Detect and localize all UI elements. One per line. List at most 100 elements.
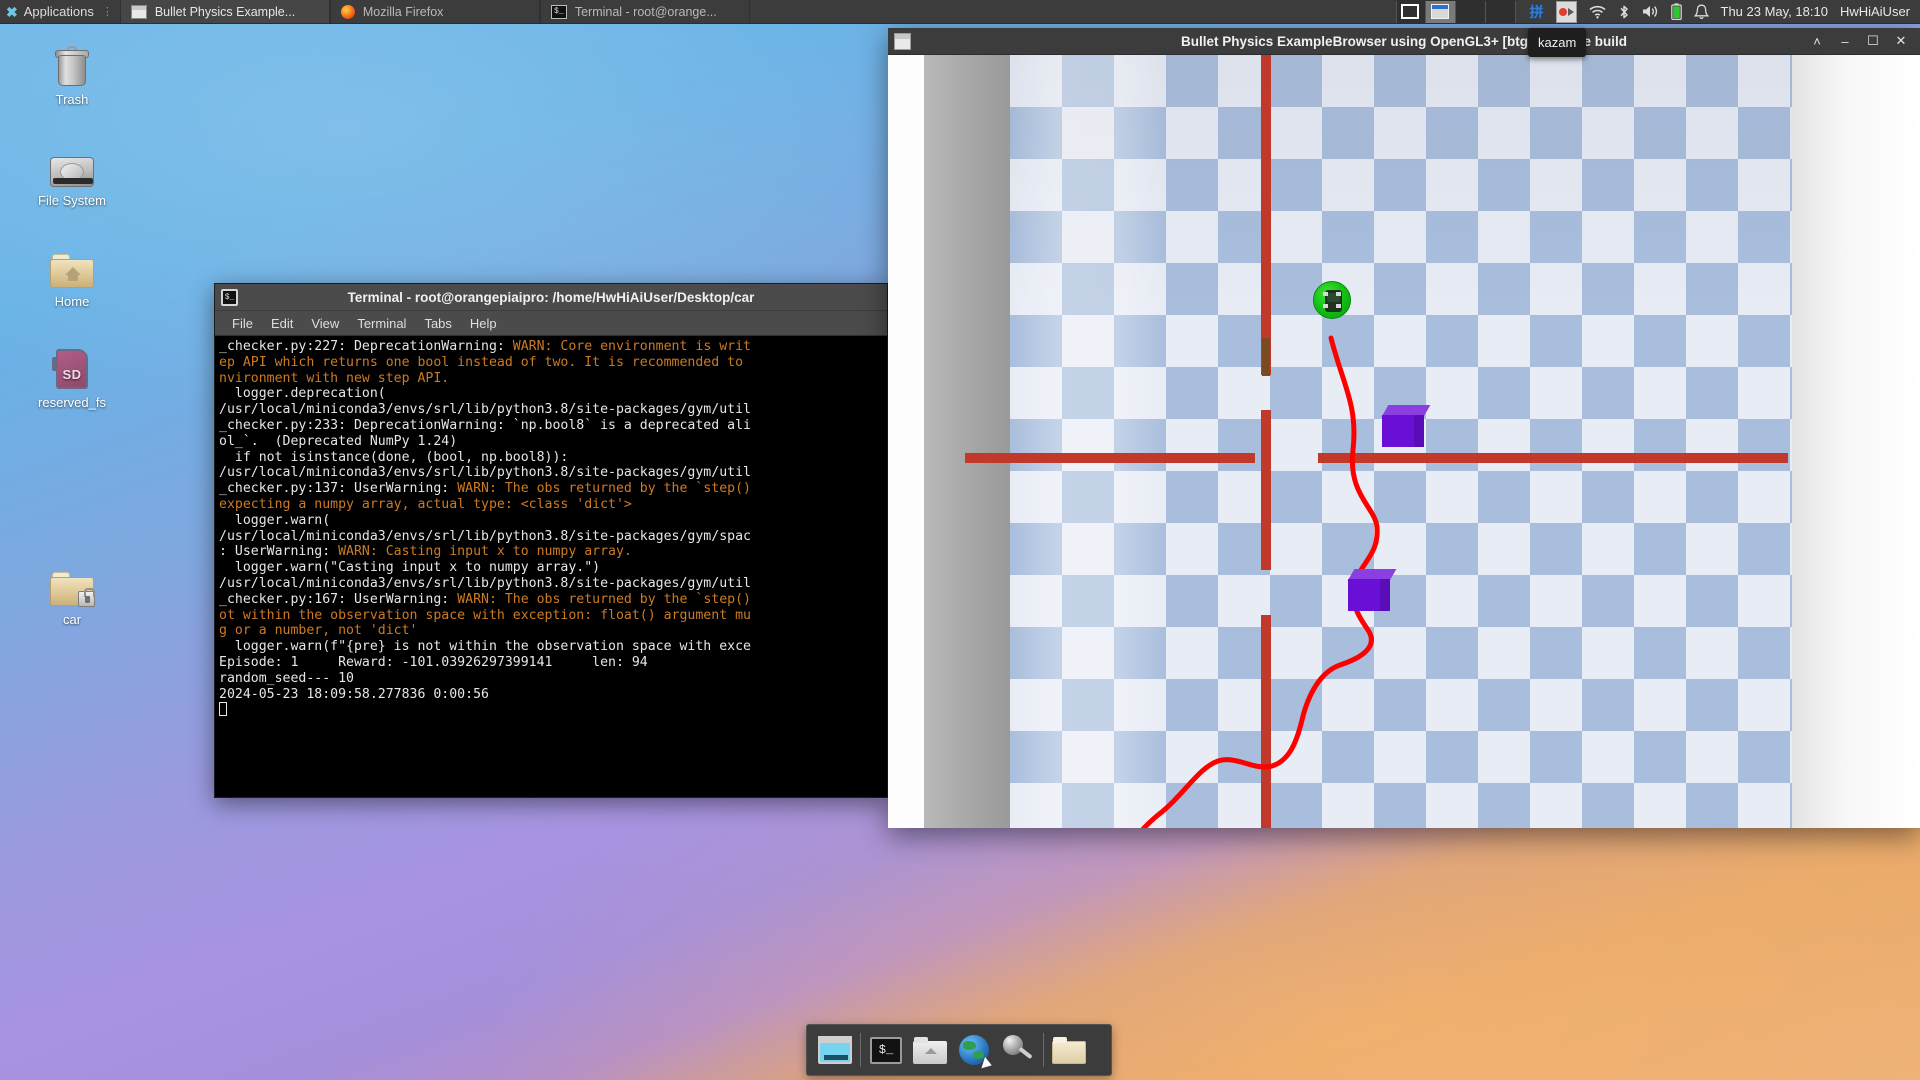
terminal-line: _checker.py:233: DeprecationWarning: `np… bbox=[219, 418, 887, 434]
firefox-icon bbox=[341, 5, 355, 19]
terminal-line: logger.deprecation( bbox=[219, 386, 887, 402]
desktop-icon-reserved-fs[interactable]: SD reserved_fs bbox=[14, 339, 130, 410]
show-desktop-icon bbox=[818, 1036, 852, 1064]
wifi-icon[interactable] bbox=[1589, 1, 1606, 23]
car-wheel bbox=[1336, 304, 1341, 308]
battery-icon[interactable] bbox=[1671, 1, 1682, 23]
menu-help[interactable]: Help bbox=[461, 314, 506, 333]
terminal-line: if not isinstance(done, (bool, np.bool8)… bbox=[219, 450, 887, 466]
desktop-icon-trash[interactable]: Trash bbox=[14, 36, 130, 107]
terminal-line: logger.warn(f"{pre} is not within the ob… bbox=[219, 639, 887, 655]
screen-recorder-icon[interactable] bbox=[1556, 1, 1577, 23]
simulation-viewport[interactable] bbox=[888, 55, 1920, 828]
panel-spacer bbox=[750, 0, 1396, 23]
input-method-icon[interactable]: 拼 bbox=[1530, 1, 1544, 23]
dock-item-search[interactable] bbox=[996, 1028, 1040, 1072]
workspace-2[interactable] bbox=[1426, 1, 1456, 23]
terminal-titlebar[interactable]: $_ Terminal - root@orangepiaipro: /home/… bbox=[215, 284, 887, 311]
xfce-logo-icon: ✖ bbox=[6, 5, 18, 19]
search-icon bbox=[1002, 1035, 1034, 1065]
taskbar-item-label: Mozilla Firefox bbox=[363, 5, 444, 19]
cursor-overlay-icon bbox=[981, 1057, 993, 1071]
terminal-line: expecting a numpy array, actual type: <c… bbox=[219, 497, 887, 513]
terminal-title: Terminal - root@orangepiaipro: /home/HwH… bbox=[215, 290, 887, 305]
menu-edit[interactable]: Edit bbox=[262, 314, 302, 333]
terminal-line: _checker.py:137: UserWarning: WARN: The … bbox=[219, 481, 887, 497]
window-controls[interactable]: ˄ – ☐ ✕ bbox=[1810, 33, 1920, 49]
username-label[interactable]: HwHiAiUser bbox=[1840, 4, 1910, 19]
car-wheel bbox=[1323, 292, 1328, 296]
menu-tabs[interactable]: Tabs bbox=[415, 314, 460, 333]
wall-vertical-bottom bbox=[1261, 615, 1271, 828]
dock-item-folder[interactable] bbox=[1047, 1028, 1091, 1072]
terminal-line: random_seed--- 10 bbox=[219, 671, 887, 687]
bluetooth-icon[interactable] bbox=[1618, 1, 1630, 23]
wall-horizontal-left bbox=[965, 453, 1255, 463]
bullet-window-title: Bullet Physics ExampleBrowser using Open… bbox=[888, 34, 1920, 49]
wall-vertical-top bbox=[1261, 55, 1271, 375]
terminal-line: logger.warn( bbox=[219, 513, 887, 529]
terminal-cursor bbox=[219, 702, 887, 719]
dock[interactable]: $_ bbox=[806, 1024, 1112, 1076]
bullet-physics-window[interactable]: Bullet Physics ExampleBrowser using Open… bbox=[888, 28, 1920, 828]
taskbar-item-terminal[interactable]: $_ Terminal - root@orange... bbox=[540, 0, 750, 23]
terminal-line: nvironment with new step API. bbox=[219, 371, 887, 387]
top-panel[interactable]: ✖ Applications ⋮ Bullet Physics Example.… bbox=[0, 0, 1920, 24]
applications-menu-button[interactable]: ✖ Applications ⋮ bbox=[0, 0, 120, 23]
dock-item-show-desktop[interactable] bbox=[813, 1028, 857, 1072]
terminal-window[interactable]: $_ Terminal - root@orangepiaipro: /home/… bbox=[214, 283, 888, 798]
taskbar-item-label: Terminal - root@orange... bbox=[575, 5, 717, 19]
desktop-icon-file-system[interactable]: File System bbox=[14, 137, 130, 208]
clock[interactable]: Thu 23 May, 18:10 bbox=[1721, 4, 1828, 19]
obstacle-cube-lower bbox=[1348, 569, 1390, 611]
volume-icon[interactable] bbox=[1642, 1, 1659, 23]
desktop-icon-home[interactable]: Home bbox=[14, 238, 130, 309]
menu-file[interactable]: File bbox=[223, 314, 262, 333]
terminal-line: /usr/local/miniconda3/envs/srl/lib/pytho… bbox=[219, 402, 887, 418]
drag-handle-icon[interactable]: ⋮ bbox=[100, 5, 112, 18]
wall-post-upper bbox=[1262, 338, 1270, 376]
menu-terminal[interactable]: Terminal bbox=[348, 314, 415, 333]
car-wheel bbox=[1323, 304, 1328, 308]
workspace-switcher[interactable] bbox=[1396, 0, 1516, 23]
wall-horizontal-far-right bbox=[1388, 453, 1788, 463]
terminal-line: : UserWarning: WARN: Casting input x to … bbox=[219, 544, 887, 560]
viewport-right-strip bbox=[1792, 55, 1920, 828]
terminal-menubar[interactable]: File Edit View Terminal Tabs Help bbox=[215, 311, 887, 336]
desktop-icon-list: Trash File System Home SD reserved_fs ca… bbox=[14, 36, 144, 657]
workspace-3[interactable] bbox=[1456, 1, 1486, 23]
desktop-icon-car[interactable]: car bbox=[14, 556, 130, 627]
window-tasklist[interactable]: Bullet Physics Example... Mozilla Firefo… bbox=[120, 0, 750, 23]
menu-view[interactable]: View bbox=[302, 314, 348, 333]
terminal-output[interactable]: _checker.py:227: DeprecationWarning: WAR… bbox=[215, 336, 887, 797]
agent-car bbox=[1313, 281, 1351, 319]
workspace-1[interactable] bbox=[1396, 1, 1426, 23]
wall-vertical-mid bbox=[1261, 410, 1271, 570]
terminal-line: /usr/local/miniconda3/envs/srl/lib/pytho… bbox=[219, 529, 887, 545]
dock-item-web-browser[interactable] bbox=[952, 1028, 996, 1072]
terminal-line: ep API which returns one bool instead of… bbox=[219, 355, 887, 371]
minimize-button[interactable]: – bbox=[1838, 34, 1852, 49]
close-button[interactable]: ✕ bbox=[1894, 33, 1908, 49]
terminal-line: ot within the observation space with exc… bbox=[219, 608, 887, 624]
workspace-4[interactable] bbox=[1486, 1, 1516, 23]
bell-icon[interactable] bbox=[1694, 1, 1709, 23]
file-manager-icon bbox=[913, 1037, 947, 1064]
home-folder-icon bbox=[14, 238, 130, 288]
sdcard-icon: SD bbox=[14, 339, 130, 389]
dock-item-file-manager[interactable] bbox=[908, 1028, 952, 1072]
viewport-grey-wall bbox=[924, 55, 1010, 828]
terminal-line: _checker.py:227: DeprecationWarning: WAR… bbox=[219, 339, 887, 355]
terminal-line: logger.warn("Casting input x to numpy ar… bbox=[219, 560, 887, 576]
dock-item-terminal[interactable]: $_ bbox=[864, 1028, 908, 1072]
desktop-icon-label: File System bbox=[35, 193, 109, 208]
shade-button[interactable]: ˄ bbox=[1810, 34, 1824, 49]
desktop-icon-label: Trash bbox=[53, 92, 92, 107]
maximize-button[interactable]: ☐ bbox=[1866, 33, 1880, 49]
taskbar-item-firefox[interactable]: Mozilla Firefox bbox=[330, 0, 540, 23]
system-tray[interactable]: 拼 Thu 23 May, 18:10 HwHiAiUser bbox=[1516, 0, 1920, 23]
terminal-line: Episode: 1 Reward: -101.03926297399141 l… bbox=[219, 655, 887, 671]
bullet-titlebar[interactable]: Bullet Physics ExampleBrowser using Open… bbox=[888, 28, 1920, 55]
taskbar-item-bullet-physics[interactable]: Bullet Physics Example... bbox=[120, 0, 330, 23]
window-icon bbox=[894, 33, 911, 50]
